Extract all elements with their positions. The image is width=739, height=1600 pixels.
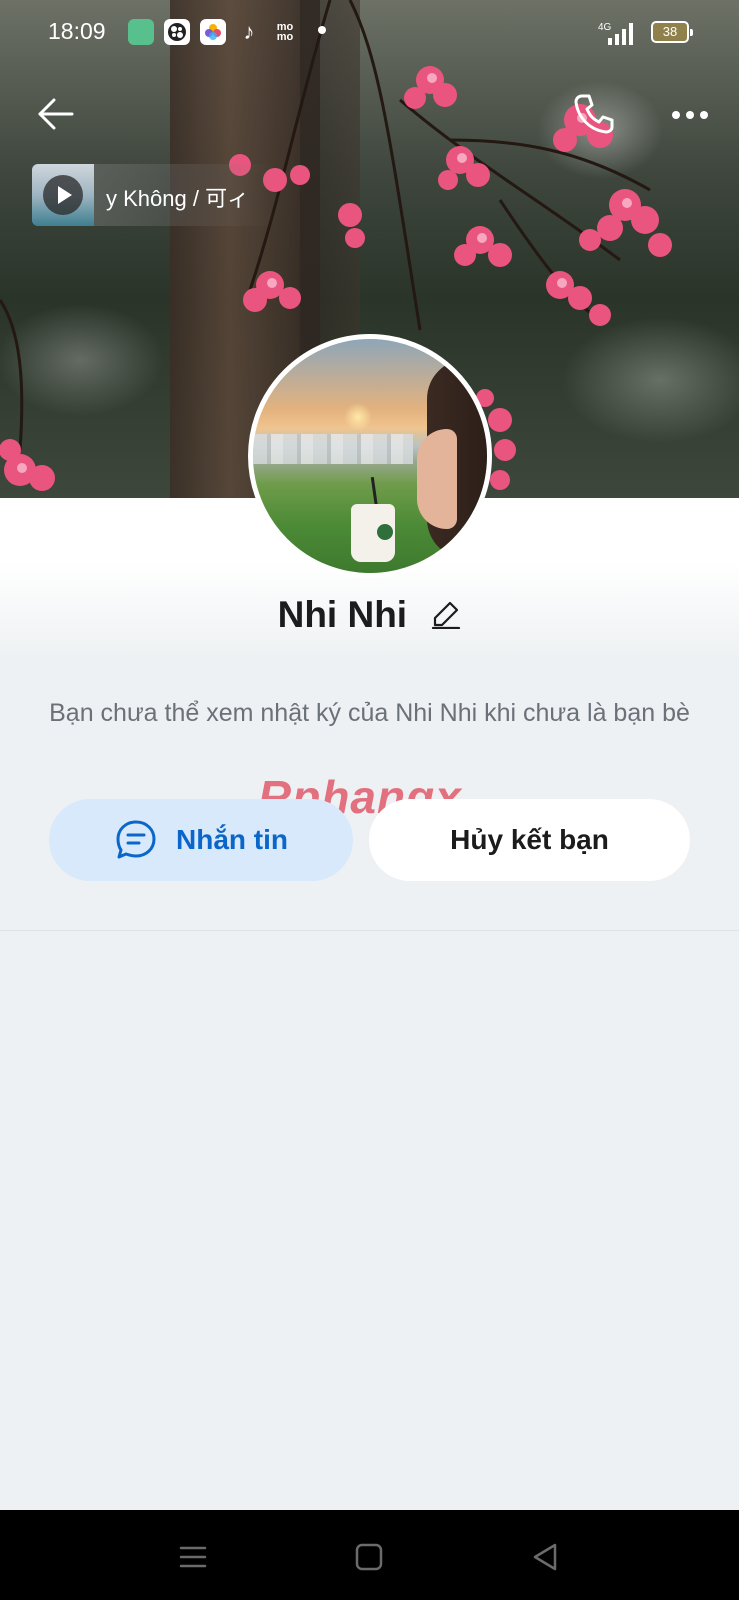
avatar-face: [417, 429, 457, 529]
music-title: y Không / 可ィ: [106, 186, 250, 211]
more-options-button[interactable]: [670, 100, 710, 130]
status-bar: 18:09 ♪ mo mo 4G 38: [0, 0, 739, 66]
profile-name: Nhi Nhi: [277, 594, 408, 635]
home-square-icon[interactable]: [352, 1540, 386, 1574]
unfriend-button[interactable]: Hủy kết bạn: [369, 799, 690, 881]
diary-restricted-notice: Bạn chưa thể xem nhật ký của Nhi Nhi khi…: [49, 699, 690, 727]
more-horizontal-icon: [672, 111, 708, 119]
profile-avatar[interactable]: [248, 334, 492, 578]
call-button[interactable]: [572, 92, 616, 136]
chat-bubble-icon: [116, 820, 156, 859]
profile-music-widget[interactable]: y Không / 可ィ: [32, 164, 277, 226]
mosaic-app-icon: [164, 19, 190, 45]
back-triangle-icon[interactable]: [528, 1540, 562, 1574]
unfriend-button-label: Hủy kết bạn: [450, 824, 609, 855]
avatar-cup: [351, 504, 395, 562]
signal-4g-icon: 4G: [598, 22, 633, 45]
photos-app-icon: [200, 19, 226, 45]
status-time: 18:09: [48, 18, 106, 44]
profile-name-row: Nhi Nhi: [0, 594, 739, 636]
svg-text:4G: 4G: [598, 22, 612, 33]
avatar-city-skyline: [253, 434, 413, 464]
notification-icons: ♪ mo mo: [128, 19, 298, 45]
battery-indicator: 38: [651, 21, 693, 43]
back-button[interactable]: [36, 94, 76, 134]
pencil-icon[interactable]: [431, 599, 461, 629]
system-navigation-bar: [0, 1510, 739, 1600]
messages-app-icon: [128, 19, 154, 45]
phone-icon: [574, 94, 614, 134]
tiktok-icon: ♪: [243, 19, 255, 44]
section-divider: [0, 930, 739, 931]
more-notifications-dot: [318, 26, 326, 34]
message-button[interactable]: Nhắn tin: [49, 799, 353, 881]
menu-icon[interactable]: [176, 1540, 210, 1574]
message-button-label: Nhắn tin: [176, 824, 288, 855]
play-icon[interactable]: [43, 175, 83, 215]
arrow-left-icon: [38, 98, 74, 130]
momo-icon: mo mo: [276, 21, 294, 43]
